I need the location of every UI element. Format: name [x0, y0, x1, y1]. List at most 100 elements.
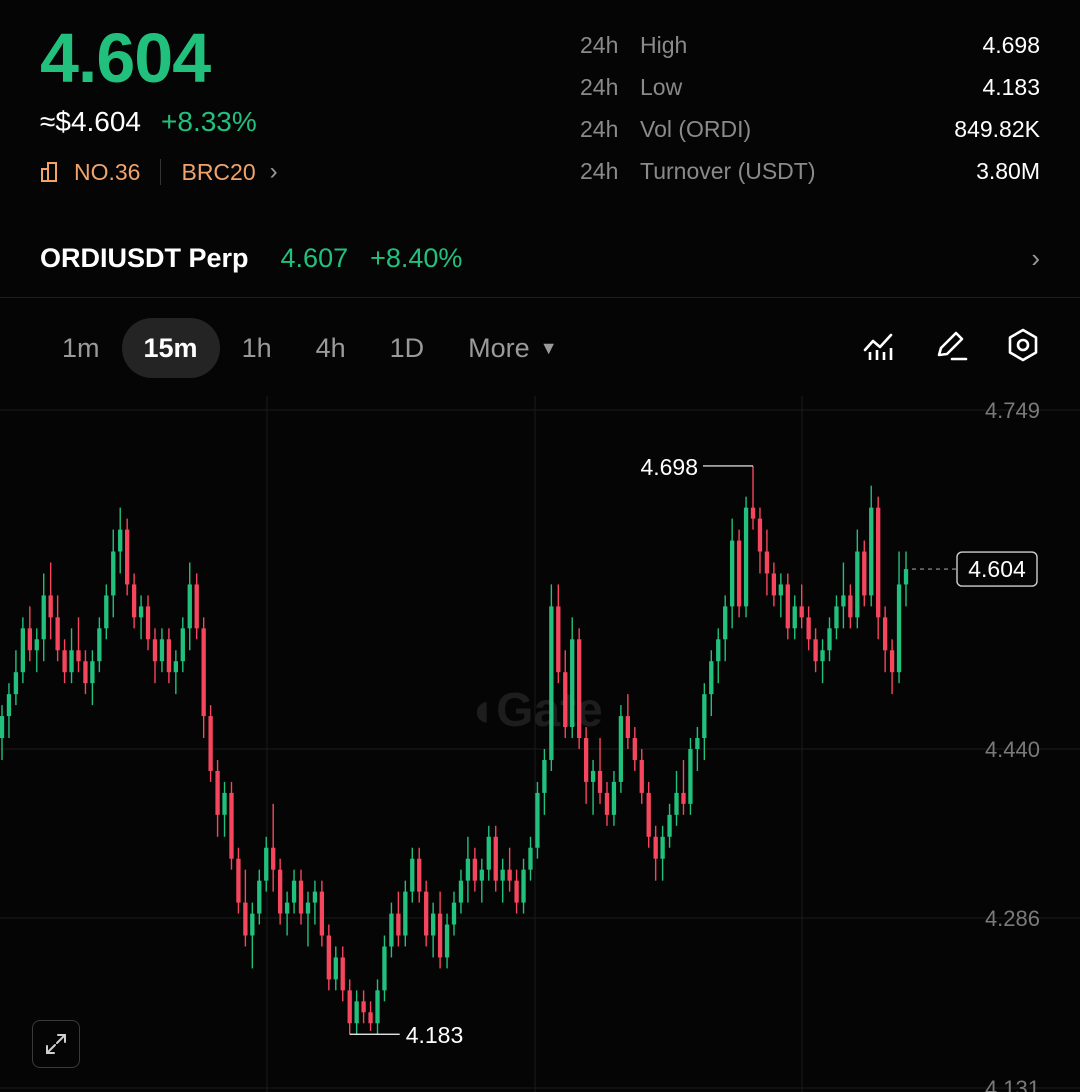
- candle-body: [535, 792, 540, 848]
- stat-value: 849.82K: [954, 115, 1040, 142]
- stat-value: 4.698: [982, 31, 1040, 58]
- candle-body: [222, 792, 227, 815]
- candle-body: [236, 858, 241, 903]
- stat-turnover: 24h Turnover (USDT) 3.80M: [580, 150, 1040, 192]
- candle-body: [521, 869, 526, 903]
- candle-body: [771, 573, 777, 596]
- tag-row[interactable]: NO.36 BRC20 ›: [40, 158, 278, 186]
- stat-period: 24h: [580, 115, 619, 142]
- candle-body: [695, 738, 700, 749]
- pencil-icon[interactable]: [934, 328, 968, 362]
- more-dropdown[interactable]: More ▼: [446, 318, 579, 378]
- expand-button[interactable]: [32, 1020, 80, 1068]
- candle-body: [250, 913, 255, 936]
- candle-body: [354, 1001, 359, 1024]
- candle-body: [444, 924, 450, 958]
- tab-1m[interactable]: 1m: [40, 318, 122, 378]
- tab-1d[interactable]: 1D: [368, 318, 447, 378]
- candle-body: [702, 694, 707, 739]
- tab-4h[interactable]: 4h: [294, 318, 368, 378]
- candle-body: [611, 781, 617, 815]
- candle-body: [903, 569, 909, 585]
- candle-body: [681, 792, 686, 804]
- candle-body: [62, 650, 67, 673]
- candle-body: [528, 847, 533, 870]
- candle-body: [291, 880, 297, 903]
- caret-down-icon: ▼: [539, 338, 558, 358]
- candle-body: [83, 661, 88, 684]
- candle-body: [173, 661, 179, 673]
- candle-body: [55, 617, 60, 651]
- candle-body: [472, 858, 478, 881]
- candle-body: [563, 672, 568, 728]
- stat-period: 24h: [580, 31, 619, 58]
- candle-body: [583, 738, 589, 782]
- usd-price-row: ≈$4.604 +8.33%: [40, 106, 257, 138]
- candle-body: [277, 869, 283, 914]
- candle-body: [618, 716, 624, 782]
- candle-body: [820, 650, 825, 662]
- candle-body: [125, 529, 130, 585]
- last-price-label: 4.604: [968, 556, 1026, 582]
- candle-body: [688, 749, 693, 804]
- stat-low: 24h Low 4.183: [580, 66, 1040, 108]
- candle-body: [271, 847, 276, 870]
- candle-body: [284, 902, 290, 914]
- tag-divider: [160, 159, 162, 185]
- candle-body: [785, 584, 790, 629]
- rank-badge[interactable]: NO.36: [74, 159, 140, 186]
- candle-body: [646, 792, 651, 837]
- candle-body: [577, 639, 582, 739]
- perp-name: ORDIUSDT Perp: [40, 242, 249, 273]
- indicators-icon[interactable]: [862, 328, 896, 362]
- perp-price: 4.607: [280, 242, 349, 273]
- tab-1h[interactable]: 1h: [220, 318, 294, 378]
- candle-body: [862, 551, 867, 596]
- candle-body: [382, 946, 387, 991]
- candle-body: [556, 606, 561, 673]
- interval-tabs: 1m 15m 1h 4h 1D More ▼: [40, 318, 580, 378]
- chevron-right-icon[interactable]: ›: [1031, 243, 1040, 274]
- candle-body: [896, 584, 902, 673]
- perp-row[interactable]: ORDIUSDT Perp 4.607 +8.40% ›: [40, 238, 1040, 278]
- candle-body: [424, 891, 429, 936]
- candle-body: [166, 639, 172, 673]
- candle-body: [243, 902, 248, 936]
- category-tag[interactable]: BRC20: [181, 159, 255, 186]
- candle-body: [375, 990, 380, 1024]
- candle-body: [750, 507, 756, 519]
- candle-body: [340, 957, 345, 991]
- candle-body: [486, 836, 491, 870]
- stat-value: 3.80M: [976, 157, 1040, 184]
- y-axis-tick-label: 4.749: [985, 398, 1040, 423]
- perp-change: +8.40%: [370, 242, 463, 273]
- candle-body: [34, 639, 39, 651]
- candle-body: [604, 792, 610, 815]
- high-marker-label: 4.698: [640, 454, 698, 480]
- candle-body: [138, 606, 144, 618]
- candle-body: [187, 584, 192, 629]
- candle-body: [305, 902, 311, 914]
- candle-body: [326, 935, 331, 980]
- candle-body: [298, 880, 304, 914]
- candle-body: [6, 694, 12, 717]
- candle-body: [709, 661, 714, 695]
- candlestick-chart[interactable]: ◖Gate 4.698 4.183 4.604 4.749 4.440 4.286 4.131: [0, 396, 1080, 1092]
- hexagon-settings-icon[interactable]: [1006, 328, 1040, 362]
- candle-body: [396, 913, 401, 936]
- chevron-right-icon[interactable]: ›: [270, 158, 278, 186]
- candle-body: [723, 606, 728, 640]
- candle-body: [792, 606, 797, 629]
- candle-body: [389, 913, 394, 947]
- gate-watermark: ◖Gate: [467, 684, 603, 737]
- candle-body: [159, 639, 165, 662]
- candle-body: [215, 770, 220, 815]
- candle-body: [104, 595, 109, 629]
- candle-body: [639, 759, 644, 793]
- candle-body: [333, 957, 338, 980]
- candle-body: [514, 880, 519, 903]
- candle-body: [778, 584, 783, 596]
- candle-body: [69, 650, 74, 673]
- tab-15m[interactable]: 15m: [121, 318, 220, 378]
- low-marker-label: 4.183: [406, 1022, 464, 1048]
